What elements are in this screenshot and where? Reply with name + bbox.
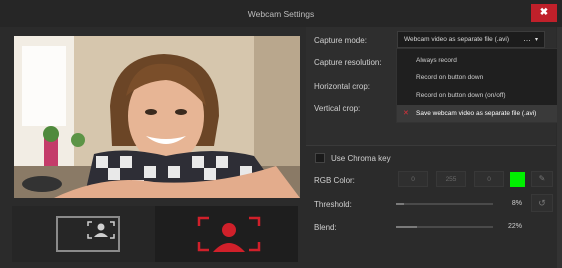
rgb-red-value: 0 bbox=[411, 176, 415, 183]
rgb-red-input[interactable]: 0 bbox=[398, 171, 428, 187]
scrollbar[interactable] bbox=[557, 27, 562, 268]
webcam-preview-image bbox=[14, 36, 300, 198]
color-swatch[interactable] bbox=[510, 172, 525, 187]
capture-mode-select[interactable]: Webcam video as separate file (.avi) … ▾ bbox=[397, 31, 545, 48]
small-frame-mode-button[interactable] bbox=[12, 206, 155, 262]
title-bar: Webcam Settings ✖ bbox=[0, 0, 562, 27]
reset-icon: ↺ bbox=[538, 198, 546, 208]
close-button[interactable]: ✖ bbox=[531, 4, 557, 22]
close-icon: ✖ bbox=[539, 7, 549, 18]
capture-mode-dropdown: Always record Record on button down Reco… bbox=[396, 48, 562, 123]
horizontal-crop-label: Horizontal crop: bbox=[314, 82, 371, 91]
webcam-mode-selector bbox=[12, 206, 298, 262]
left-frame bbox=[0, 27, 10, 268]
chevron-down-icon: ▾ bbox=[535, 37, 539, 43]
capture-mode-label: Capture mode: bbox=[314, 36, 367, 45]
rgb-blue-value: 0 bbox=[487, 176, 491, 183]
dropdown-item-save-separate-file[interactable]: ✕ Save webcam video as separate file (.a… bbox=[397, 105, 562, 122]
full-frame-mode-button[interactable] bbox=[155, 206, 298, 262]
dropdown-item-record-on-button-down[interactable]: Record on button down bbox=[397, 69, 562, 86]
threshold-slider-fill bbox=[396, 203, 404, 205]
chroma-key-checkbox[interactable] bbox=[315, 153, 325, 163]
threshold-slider[interactable] bbox=[396, 203, 493, 205]
dropdown-item-label: Always record bbox=[416, 57, 457, 64]
dropdown-item-label: Save webcam video as separate file (.avi… bbox=[416, 110, 537, 117]
eyedropper-button[interactable]: ✎ bbox=[531, 171, 553, 187]
webcam-small-frame-icon bbox=[56, 216, 120, 252]
rgb-blue-input[interactable]: 0 bbox=[474, 171, 504, 187]
blend-value: 22% bbox=[507, 223, 522, 230]
eyedropper-icon: ✎ bbox=[538, 174, 546, 183]
full-frame-glyph bbox=[197, 216, 261, 252]
blend-slider-fill bbox=[396, 226, 418, 228]
webcam-preview bbox=[14, 36, 300, 198]
threshold-value: 8% bbox=[511, 200, 522, 207]
dropdown-item-label: Record on button down bbox=[416, 74, 484, 81]
rgb-color-label: RGB Color: bbox=[314, 176, 355, 185]
more-options-icon[interactable]: … bbox=[523, 34, 531, 43]
dropdown-item-record-toggle[interactable]: Record on button down (on/off) bbox=[397, 87, 562, 104]
selected-mark-icon: ✕ bbox=[403, 110, 409, 117]
window-title: Webcam Settings bbox=[247, 9, 315, 19]
threshold-reset-button[interactable]: ↺ bbox=[531, 194, 553, 212]
blend-slider[interactable] bbox=[396, 226, 493, 228]
dropdown-item-always-record[interactable]: Always record bbox=[397, 52, 562, 69]
capture-mode-value: Webcam video as separate file (.avi) bbox=[404, 36, 510, 43]
webcam-full-frame-icon bbox=[197, 216, 261, 252]
section-divider bbox=[306, 145, 556, 146]
rgb-green-value: 255 bbox=[445, 176, 457, 183]
threshold-label: Threshold: bbox=[314, 200, 352, 209]
vertical-crop-label: Vertical crop: bbox=[314, 104, 361, 113]
capture-resolution-label: Capture resolution: bbox=[314, 58, 382, 67]
dropdown-item-label: Record on button down (on/off) bbox=[416, 92, 506, 99]
rgb-green-input[interactable]: 255 bbox=[436, 171, 466, 187]
chroma-key-label: Use Chroma key bbox=[331, 154, 391, 163]
small-frame-glyph bbox=[87, 221, 115, 239]
blend-label: Blend: bbox=[314, 223, 337, 232]
